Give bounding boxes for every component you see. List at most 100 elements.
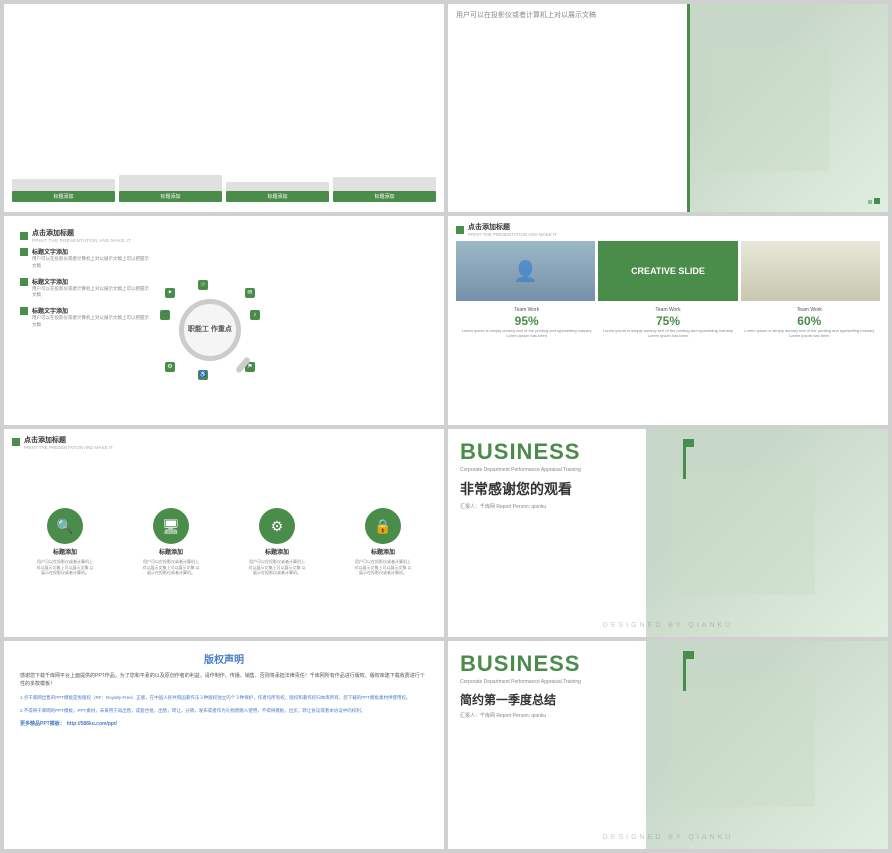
img-hands: [741, 241, 880, 301]
ring-icon-l: 🎵: [160, 310, 170, 320]
copyright-link-url[interactable]: http://588ku.com/ppt/: [67, 721, 117, 727]
bar-fill-3: [226, 182, 329, 191]
slide-icons: 点击添加标题 PRINT THE PRESENTATION AND MAKE I…: [4, 429, 444, 637]
slides-grid: 标题添加 标题添加 标题添加 标题添加: [0, 0, 892, 853]
copyright-title: 版权声明: [20, 651, 428, 666]
main-title-2: 简约第一季度总结: [460, 691, 876, 708]
item-desc-3: 用户可以在投影仪或者计算机上对以展示文稿上可以把握示文稿: [32, 315, 150, 328]
btn-1[interactable]: 标题添加: [12, 191, 115, 202]
stat-value-2: 60%: [797, 314, 821, 328]
icons-header-icon: [12, 438, 20, 446]
item-text-3: 标题文字添加 用户可以在投影仪或者计算机上对以展示文稿上可以把握示文稿: [32, 306, 150, 328]
creative-stats: Team Work 95% Lorem ipsum is simply dumm…: [456, 307, 880, 338]
slide-business-1: BUSINESS Corporate Department Performanc…: [448, 429, 888, 637]
business-label-2: BUSINESS: [460, 651, 876, 677]
top-right-text: 用户可以在投影仪或者计算机上对以展示文稿: [456, 10, 880, 20]
person-photo: 👤: [456, 241, 595, 301]
stat-value-0: 95%: [515, 314, 539, 328]
corp-text-1: Corporate Department Performance Apprais…: [460, 467, 876, 473]
icons-header: 点击添加标题 PRINT THE PRESENTATION AND MAKE I…: [12, 435, 436, 450]
btn-2[interactable]: 标题添加: [119, 191, 222, 202]
icon-title-0: 标题添加: [53, 547, 77, 556]
bar-container-2: [119, 171, 222, 191]
slide-magnifier: 点击添加标题 PRINT THE PRESENTATION AND MAKE I…: [4, 216, 444, 424]
designed-watermark-2: DESIGNED BY QIANKU: [603, 834, 734, 841]
icon-desc-0: 用户可以在投影仪或者计算机上 对以展示文稿上可以展示文稿 以展示在投影仪或者计算…: [35, 559, 95, 576]
main-title-1: 非常感谢您的观看: [460, 479, 876, 499]
corp-text-2: Corporate Department Performance Apprais…: [460, 679, 876, 685]
icon-title-3: 标题添加: [371, 547, 395, 556]
copyright-item-1: 2.不得将千库网的PPT模板，PPT素材，未来用于再出售，成套合批，出售，转让，…: [20, 707, 428, 714]
header-block-icon: [20, 232, 28, 240]
deco-sq-2: [868, 200, 872, 204]
icon-item-0: 🔍 标题添加 用户可以在投影仪或者计算机上 对以展示文稿上可以展示文稿 以展示在…: [35, 508, 95, 576]
magnifier-subtitle: PRINT THE PRESENTATION AND MAKE IT: [32, 238, 131, 243]
icon-settings: ⚙: [259, 508, 295, 544]
icon-title-2: 标题添加: [265, 547, 289, 556]
magnifier-wrapper: 点击添加标题 PRINT THE PRESENTATION AND MAKE I…: [12, 222, 272, 418]
btn-4[interactable]: 标题添加: [333, 191, 436, 202]
ring-icon-tr: ✉: [245, 288, 255, 298]
magnifier-list: 标题文字添加 用户可以在投影仪或者计算机上对以展示文稿上可以把握示文稿 标题文字…: [20, 247, 150, 412]
icons-header-texts: 点击添加标题 PRINT THE PRESENTATION AND MAKE I…: [24, 435, 113, 450]
icon-monitor: 🖥: [153, 508, 189, 544]
reporter-1: 汇报人：千库网 Report Person: qianku: [460, 503, 876, 510]
stat-label-0: Team Work: [514, 307, 539, 313]
designed-watermark-1: DESIGNED BY QIANKU: [603, 622, 734, 629]
btn-3[interactable]: 标题添加: [226, 191, 329, 202]
item-desc-2: 用户可以在投影仪或者计算机上对以展示文稿上可以把握示文稿: [32, 286, 150, 299]
icons-title: 点击添加标题: [24, 435, 113, 445]
slide-copyright: 版权声明 感谢您下载千库网平台上面提供的PPT作品，为了您和平素的以及原创作者的…: [4, 641, 444, 849]
slide-top-right: 用户可以在投影仪或者计算机上对以展示文稿: [448, 4, 888, 212]
stat-desc-1: Lorem ipsum is simply dummy text of the …: [597, 328, 738, 338]
icon-search: 🔍: [47, 508, 83, 544]
bar-item-2: 标题添加: [119, 171, 222, 202]
stat-2: Team Work 60% Lorem ipsum is simply dumm…: [739, 307, 880, 338]
stat-desc-0: Lorem ipsum is simply dummy text of the …: [456, 328, 597, 338]
stat-value-1: 75%: [656, 314, 680, 328]
bar-container-4: [333, 171, 436, 191]
item-title-1: 标题文字添加: [32, 247, 150, 256]
sq-2: [20, 278, 28, 286]
reporter-2: 汇报人：千库网 Report Person: qianku: [460, 712, 876, 719]
slide-barchart: 标题添加 标题添加 标题添加 标题添加: [4, 4, 444, 212]
item-text-1: 标题文字添加 用户可以在投影仪或者计算机上对以展示文稿上可以把握示文稿: [32, 247, 150, 269]
green-bar-divider: [687, 4, 690, 212]
list-item-1: 标题文字添加 用户可以在投影仪或者计算机上对以展示文稿上可以把握示文稿: [20, 247, 150, 269]
creative-header-icon: [456, 226, 464, 234]
magnifier-header-texts: 点击添加标题 PRINT THE PRESENTATION AND MAKE I…: [32, 228, 131, 243]
ring-icon-r: ♪: [250, 310, 260, 320]
stat-1: Team Work 75% Lorem ipsum is simply dumm…: [597, 307, 738, 338]
magnifier-visual: ☆ ✉ ♪ ⚑ ♿ ⚙ 🎵 ✦ 职能工 作重点: [156, 247, 264, 412]
top-right-image: [690, 4, 888, 212]
office-bg: [690, 4, 888, 212]
copyright-item-0: 1.点千库网出售的PPT模板是免版权（RF：Royalty-Free）正版，在中…: [20, 694, 428, 701]
bar-fill-2: [119, 175, 222, 191]
slide-creative: 点击添加标题 PRINT THE PRESENTATION AND MAKE I…: [448, 216, 888, 424]
item-text-2: 标题文字添加 用户可以在投影仪或者计算机上对以展示文稿上可以把握示文稿: [32, 277, 150, 299]
magnifier-center-text: 职能工 作重点: [188, 325, 232, 335]
img-creative-label: CREATIVE SLIDE: [598, 241, 737, 301]
copyright-link-label: 更多精品PPT模板：: [20, 720, 65, 727]
img-person: 👤: [456, 241, 595, 301]
sq-1: [20, 248, 28, 256]
business-content-1: BUSINESS Corporate Department Performanc…: [448, 429, 888, 520]
icon-desc-1: 用户可以在投影仪或者计算机上 对以展示文稿上可以展示文稿 以展示在投影仪或者计算…: [141, 559, 201, 576]
ring-icon-bot: ♿: [198, 370, 208, 380]
icons-subtitle: PRINT THE PRESENTATION AND MAKE IT: [24, 445, 113, 450]
stat-desc-2: Lorem ipsum is simply dummy text of the …: [739, 328, 880, 338]
creative-label-text: CREATIVE SLIDE: [631, 266, 705, 277]
bar-container-3: [226, 171, 329, 191]
bar-fill-4: [333, 177, 436, 191]
stat-label-2: Team Work: [797, 307, 822, 313]
icon-item-3: 🔒 标题添加 用户可以在投影仪或者计算机上 对以展示文稿上可以展示文稿 以展示在…: [353, 508, 413, 576]
creative-subtitle: PRINT THE PRESENTATION AND MAKE IT: [468, 232, 557, 237]
creative-images: 👤 CREATIVE SLIDE: [456, 241, 880, 301]
item-desc-1: 用户可以在投影仪或者计算机上对以展示文稿上可以把握示文稿: [32, 256, 150, 269]
list-item-2: 标题文字添加 用户可以在投影仪或者计算机上对以展示文稿上可以把握示文稿: [20, 277, 150, 299]
copyright-body: 感谢您下载千库网平台上面提供的PPT作品，为了您和平素的以及原创作者的利益，请作…: [20, 672, 428, 688]
business-content-2: BUSINESS Corporate Department Performanc…: [448, 641, 888, 729]
creative-header-texts: 点击添加标题 PRINT THE PRESENTATION AND MAKE I…: [468, 222, 557, 237]
deco-sq-1: [874, 198, 880, 204]
hands-photo: [741, 241, 880, 301]
